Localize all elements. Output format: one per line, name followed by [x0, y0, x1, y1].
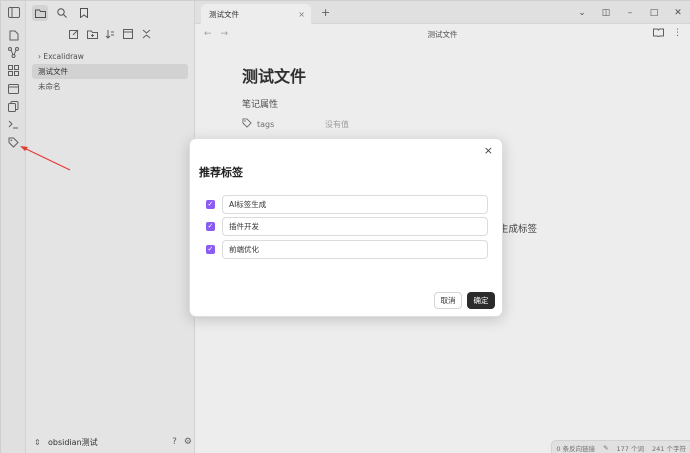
- tag-input[interactable]: 前端优化: [221, 240, 488, 259]
- suggested-tags-modal: × 推荐标签 ✓ AI标签生成 ✓ 插件开发 ✓ 前端优化 取消 确定: [189, 138, 503, 317]
- tag-suggestion-row: ✓ AI标签生成: [206, 195, 488, 214]
- tag-checkbox[interactable]: ✓: [206, 245, 215, 254]
- modal-title: 推荐标签: [199, 166, 243, 179]
- tag-input[interactable]: 插件开发: [221, 217, 488, 236]
- confirm-button[interactable]: 确定: [467, 292, 495, 309]
- tag-suggestion-row: ✓ 前端优化: [206, 240, 488, 259]
- tag-input[interactable]: AI标签生成: [221, 195, 488, 214]
- tag-checkbox[interactable]: ✓: [206, 200, 215, 209]
- tag-suggestion-row: ✓ 插件开发: [206, 217, 488, 236]
- cancel-button[interactable]: 取消: [434, 292, 462, 309]
- obsidian-window: › Excalidraw 测试文件 未命名 ⇕ obsidian测试 ? ⚙ 测…: [0, 0, 690, 453]
- tag-checkbox[interactable]: ✓: [206, 222, 215, 231]
- close-modal-icon[interactable]: ×: [484, 144, 493, 157]
